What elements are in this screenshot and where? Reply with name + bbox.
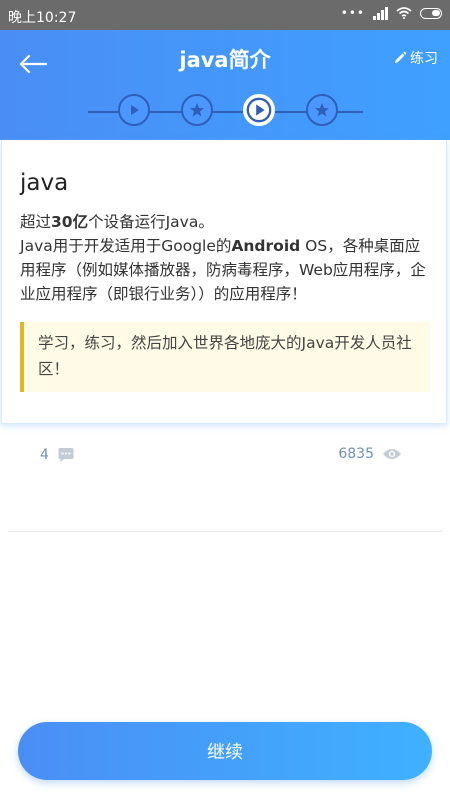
comment-count: 4 bbox=[40, 447, 49, 463]
view-count: 6835 bbox=[338, 446, 374, 462]
app-bar: java简介 练习 bbox=[0, 30, 450, 140]
lesson-card: java 超过30亿个设备运行Java。 Java用于开发适用于Google的A… bbox=[1, 140, 447, 424]
wifi-icon bbox=[396, 7, 412, 19]
step-4[interactable] bbox=[306, 94, 338, 126]
lesson-paragraph: Java用于开发适用于Google的Android OS，各种桌面应用程序（例如… bbox=[20, 234, 435, 306]
eye-icon bbox=[383, 449, 401, 459]
bold-text: 30亿 bbox=[51, 213, 89, 231]
comments-button[interactable]: 4 bbox=[40, 446, 75, 464]
play-icon bbox=[131, 105, 139, 115]
lesson-body: 超过30亿个设备运行Java。 Java用于开发适用于Google的Androi… bbox=[20, 210, 435, 306]
page-title: java简介 bbox=[179, 48, 271, 72]
lesson-line-1: 超过30亿个设备运行Java。 bbox=[20, 210, 435, 234]
star-icon bbox=[315, 103, 329, 117]
comment-icon bbox=[58, 448, 74, 462]
practice-button[interactable]: 练习 bbox=[393, 48, 438, 68]
bold-text: Android bbox=[231, 237, 301, 255]
status-bar: 晚上10:27 ••• bbox=[0, 0, 450, 30]
status-time: 晚上10:27 bbox=[8, 10, 77, 26]
tip-callout: 学习，练习，然后加入世界各地庞大的Java开发人员社区！ bbox=[20, 322, 430, 392]
more-dots-icon: ••• bbox=[340, 6, 365, 20]
pencil-icon bbox=[395, 51, 407, 63]
step-3-current[interactable] bbox=[243, 94, 275, 126]
step-2[interactable] bbox=[181, 94, 213, 126]
lesson-steps bbox=[0, 92, 450, 132]
text-segment: 个设备运行Java。 bbox=[88, 213, 214, 231]
signal-icon bbox=[373, 6, 388, 20]
lesson-heading: java bbox=[20, 170, 69, 196]
star-icon bbox=[190, 103, 204, 117]
text-segment: Java用于开发适用于Google的 bbox=[20, 237, 232, 255]
step-1[interactable] bbox=[118, 94, 150, 126]
views-indicator: 6835 bbox=[338, 446, 402, 462]
divider bbox=[8, 531, 442, 532]
battery-icon bbox=[420, 7, 442, 19]
text-segment: 超过 bbox=[20, 213, 52, 231]
practice-label: 练习 bbox=[410, 51, 438, 67]
stats-row: 4 6835 bbox=[0, 440, 450, 472]
status-icons: ••• bbox=[341, 6, 442, 20]
play-circle-icon bbox=[246, 97, 272, 123]
continue-button[interactable]: 继续 bbox=[18, 722, 432, 780]
